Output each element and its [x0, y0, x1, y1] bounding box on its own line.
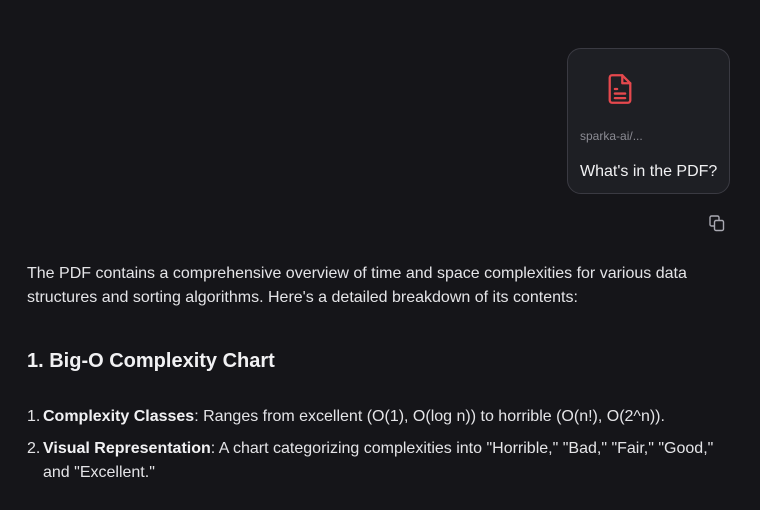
list-item-text: : Ranges from excellent (O(1), O(log n))…: [194, 408, 665, 425]
user-message-bubble: sparka-ai/... What's in the PDF?: [567, 48, 730, 194]
copy-icon[interactable]: [708, 214, 726, 232]
section-heading: 1. Big-O Complexity Chart: [27, 350, 275, 372]
list-number: 1.: [27, 408, 41, 425]
list-item: 2. Visual Representation: A chart catego…: [27, 437, 742, 485]
list-item-title: Complexity Classes: [43, 408, 195, 425]
complexity-list: 1. Complexity Classes: Ranges from excel…: [27, 405, 742, 493]
list-item: 1. Complexity Classes: Ranges from excel…: [27, 405, 742, 429]
pdf-file-icon[interactable]: [606, 73, 634, 105]
response-intro: The PDF contains a comprehensive overvie…: [27, 265, 687, 306]
list-number: 2.: [27, 440, 41, 457]
user-message-text: What's in the PDF?: [580, 163, 718, 180]
attachment-file-name[interactable]: sparka-ai/...: [580, 129, 643, 143]
assistant-response: The PDF contains a comprehensive overvie…: [27, 262, 742, 310]
chat-page: sparka-ai/... What's in the PDF? The PDF…: [0, 0, 760, 510]
list-item-title: Visual Representation: [43, 440, 211, 457]
